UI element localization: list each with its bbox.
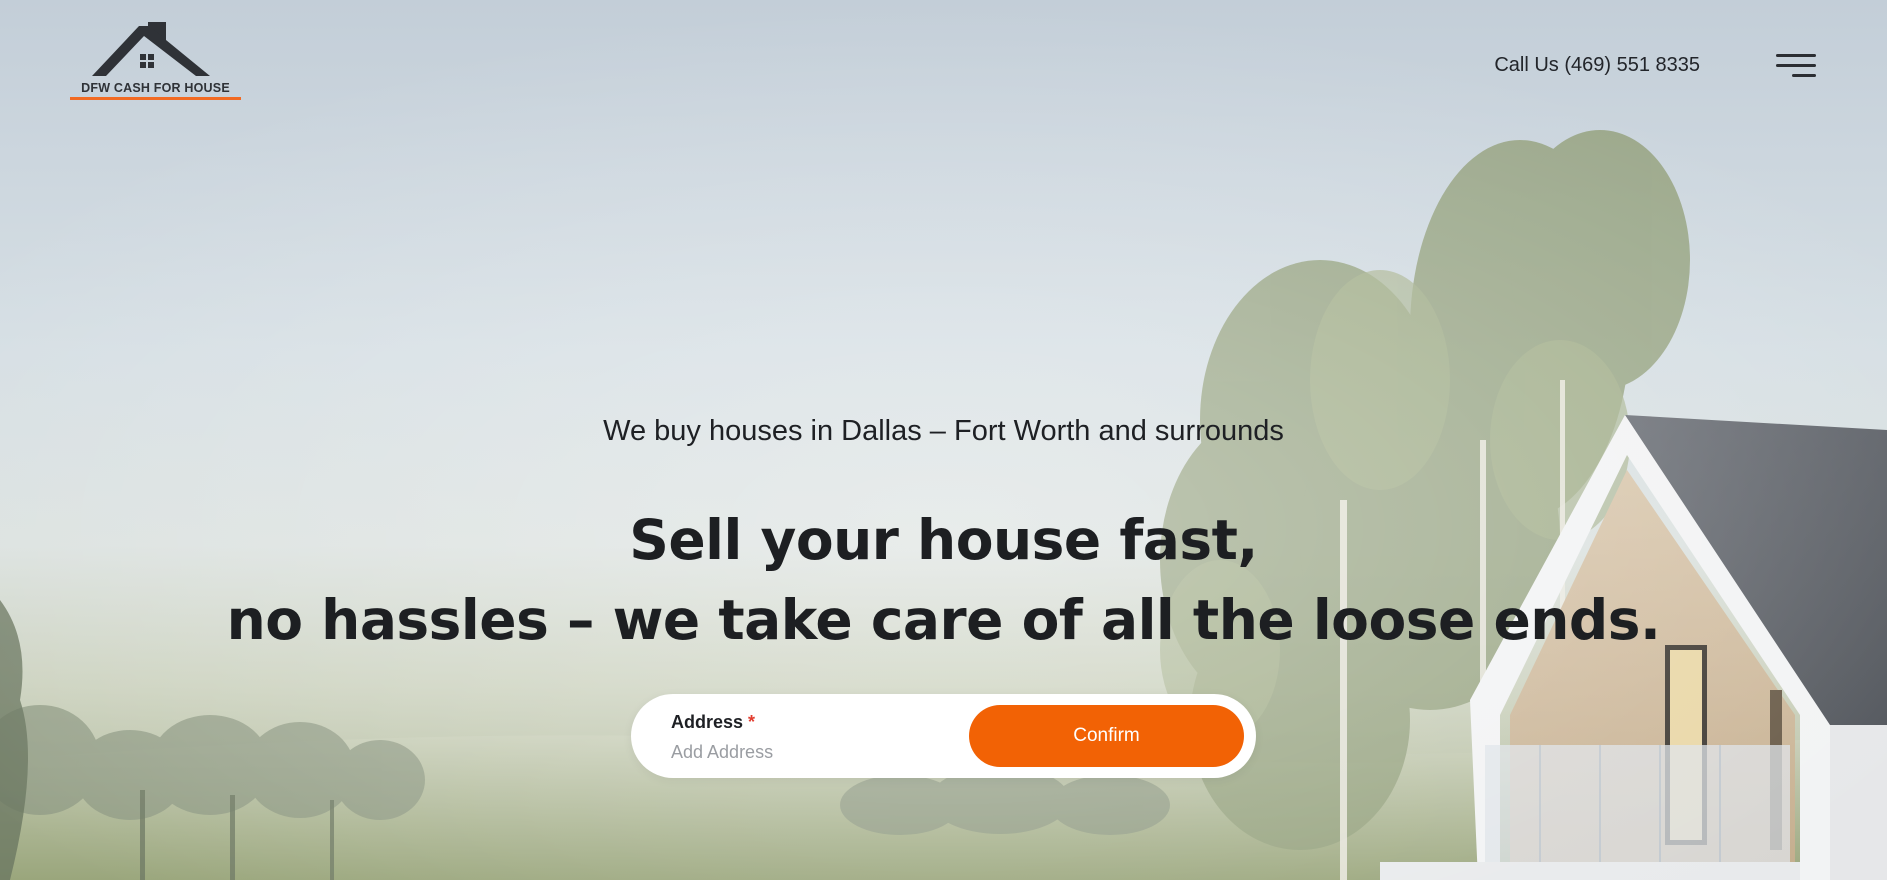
address-label: Address *	[671, 712, 755, 733]
menu-line-top	[1776, 54, 1816, 57]
confirm-button[interactable]: Confirm	[969, 705, 1244, 767]
hamburger-menu-icon[interactable]	[1774, 54, 1816, 82]
call-us-link[interactable]: Call Us (469) 551 8335	[1494, 54, 1700, 77]
site-logo[interactable]: DFW CASH FOR HOUSE	[68, 22, 243, 102]
logo-text: DFW CASH FOR HOUSE	[81, 81, 230, 95]
required-marker: *	[748, 712, 756, 732]
house-logo-icon	[92, 22, 210, 76]
logo-underline	[70, 97, 241, 100]
address-form: Address* Confirm	[631, 694, 1256, 778]
hero-section: We buy houses in Dallas – Fort Worth and…	[0, 0, 1887, 880]
menu-line-bottom	[1792, 74, 1816, 77]
address-label-text: Address	[671, 712, 744, 732]
site-header: DFW CASH FOR HOUSE Call Us (469) 551 833…	[0, 0, 1887, 120]
hero-headline: Sell your house fast, no hassles – we ta…	[0, 500, 1887, 660]
headline-line-2: no hassles – we take care of all the loo…	[226, 588, 1661, 652]
hero-tagline: We buy houses in Dallas – Fort Worth and…	[603, 415, 1284, 447]
menu-line-middle	[1776, 64, 1816, 67]
headline-line-1: Sell your house fast,	[629, 508, 1258, 572]
address-input[interactable]	[671, 738, 951, 766]
